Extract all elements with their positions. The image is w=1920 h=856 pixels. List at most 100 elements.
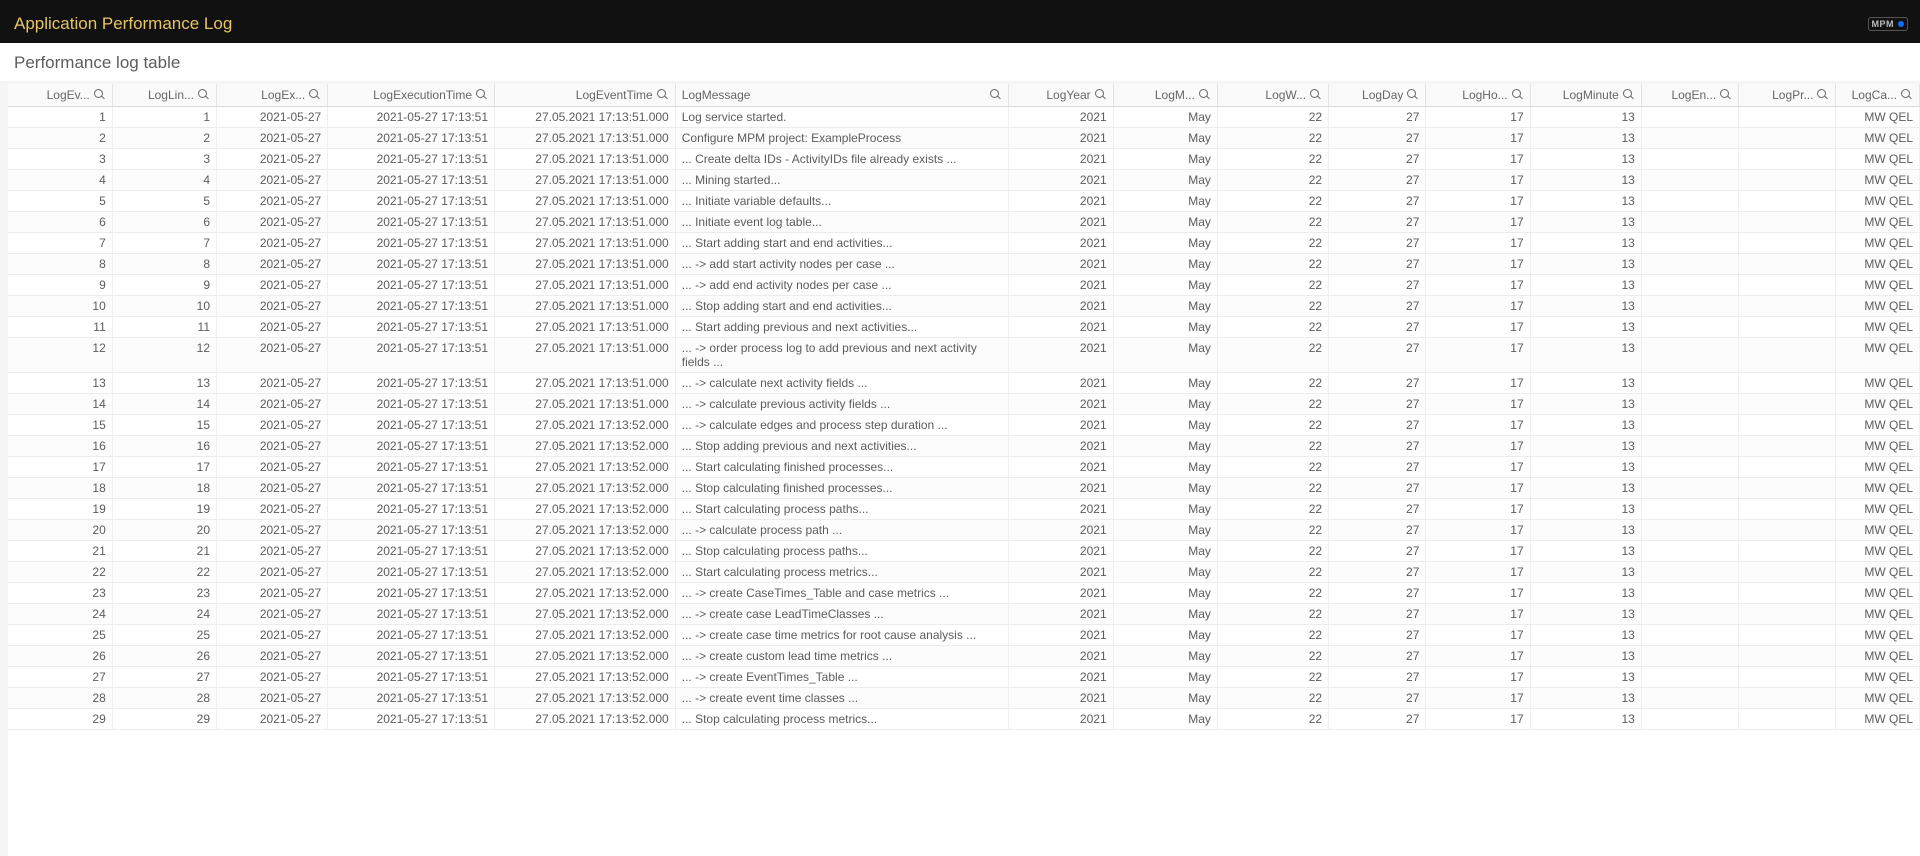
table-row[interactable]: 552021-05-272021-05-27 17:13:5127.05.202… xyxy=(8,191,1920,212)
table-row[interactable]: 15152021-05-272021-05-27 17:13:5127.05.2… xyxy=(8,415,1920,436)
table-row[interactable]: 14142021-05-272021-05-27 17:13:5127.05.2… xyxy=(8,394,1920,415)
table-row[interactable]: 23232021-05-272021-05-27 17:13:5127.05.2… xyxy=(8,583,1920,604)
column-header-mon[interactable]: LogM... xyxy=(1113,84,1217,107)
cell-msg: ... Start adding start and end activitie… xyxy=(675,233,1009,254)
table-row[interactable]: 13132021-05-272021-05-27 17:13:5127.05.2… xyxy=(8,373,1920,394)
column-header-hr[interactable]: LogHo... xyxy=(1426,84,1530,107)
table-row[interactable]: 24242021-05-272021-05-27 17:13:5127.05.2… xyxy=(8,604,1920,625)
search-icon[interactable] xyxy=(1310,89,1322,101)
table-row[interactable]: 662021-05-272021-05-27 17:13:5127.05.202… xyxy=(8,212,1920,233)
cell-hr: 17 xyxy=(1426,436,1530,457)
search-icon[interactable] xyxy=(1095,89,1107,101)
table-row[interactable]: 16162021-05-272021-05-27 17:13:5127.05.2… xyxy=(8,436,1920,457)
search-icon[interactable] xyxy=(1623,89,1635,101)
cell-min: 13 xyxy=(1530,604,1641,625)
search-icon[interactable] xyxy=(1817,89,1829,101)
cell-en xyxy=(1641,415,1738,436)
table-row[interactable]: 25252021-05-272021-05-27 17:13:5127.05.2… xyxy=(8,625,1920,646)
table-row[interactable]: 29292021-05-272021-05-27 17:13:5127.05.2… xyxy=(8,709,1920,730)
column-header-ev[interactable]: LogEv... xyxy=(8,84,112,107)
cell-day: 27 xyxy=(1329,583,1426,604)
cell-extm: 2021-05-27 17:13:51 xyxy=(328,128,495,149)
cell-day: 27 xyxy=(1329,394,1426,415)
table-row[interactable]: 442021-05-272021-05-27 17:13:5127.05.202… xyxy=(8,170,1920,191)
cell-ev: 6 xyxy=(8,212,112,233)
cell-min: 13 xyxy=(1530,457,1641,478)
cell-evtm: 27.05.2021 17:13:52.000 xyxy=(495,436,676,457)
column-header-pr[interactable]: LogPr... xyxy=(1739,84,1836,107)
search-icon[interactable] xyxy=(309,89,321,101)
search-icon[interactable] xyxy=(1512,89,1524,101)
table-row[interactable]: 17172021-05-272021-05-27 17:13:5127.05.2… xyxy=(8,457,1920,478)
column-header-en[interactable]: LogEn... xyxy=(1641,84,1738,107)
cell-extm: 2021-05-27 17:13:51 xyxy=(328,709,495,730)
column-header-extm[interactable]: LogExecutionTime xyxy=(328,84,495,107)
cell-pr xyxy=(1739,394,1836,415)
cell-wk: 22 xyxy=(1217,233,1328,254)
cell-ev: 14 xyxy=(8,394,112,415)
cell-year: 2021 xyxy=(1009,667,1113,688)
log-table-container[interactable]: LogEv...LogLin...LogEx...LogExecutionTim… xyxy=(8,84,1920,856)
search-icon[interactable] xyxy=(657,89,669,101)
search-icon[interactable] xyxy=(990,89,1002,101)
table-row[interactable]: 12122021-05-272021-05-27 17:13:5127.05.2… xyxy=(8,338,1920,373)
column-header-msg[interactable]: LogMessage xyxy=(675,84,1009,107)
table-row[interactable]: 772021-05-272021-05-27 17:13:5127.05.202… xyxy=(8,233,1920,254)
table-row[interactable]: 11112021-05-272021-05-27 17:13:5127.05.2… xyxy=(8,317,1920,338)
cell-en xyxy=(1641,296,1738,317)
cell-hr: 17 xyxy=(1426,191,1530,212)
cell-year: 2021 xyxy=(1009,149,1113,170)
table-row[interactable]: 26262021-05-272021-05-27 17:13:5127.05.2… xyxy=(8,646,1920,667)
search-icon[interactable] xyxy=(1720,89,1732,101)
cell-year: 2021 xyxy=(1009,275,1113,296)
cell-year: 2021 xyxy=(1009,107,1113,128)
search-icon[interactable] xyxy=(198,89,210,101)
table-row[interactable]: 21212021-05-272021-05-27 17:13:5127.05.2… xyxy=(8,541,1920,562)
cell-day: 27 xyxy=(1329,275,1426,296)
cell-hr: 17 xyxy=(1426,107,1530,128)
cell-mon: May xyxy=(1113,191,1217,212)
cell-min: 13 xyxy=(1530,436,1641,457)
table-row[interactable]: 992021-05-272021-05-27 17:13:5127.05.202… xyxy=(8,275,1920,296)
table-row[interactable]: 28282021-05-272021-05-27 17:13:5127.05.2… xyxy=(8,688,1920,709)
search-icon[interactable] xyxy=(1901,89,1913,101)
cell-year: 2021 xyxy=(1009,562,1113,583)
table-row[interactable]: 27272021-05-272021-05-27 17:13:5127.05.2… xyxy=(8,667,1920,688)
column-header-exdt[interactable]: LogEx... xyxy=(217,84,328,107)
column-header-wk[interactable]: LogW... xyxy=(1217,84,1328,107)
cell-year: 2021 xyxy=(1009,233,1113,254)
table-row[interactable]: 22222021-05-272021-05-27 17:13:5127.05.2… xyxy=(8,562,1920,583)
cell-msg: ... -> calculate process path ... xyxy=(675,520,1009,541)
cell-min: 13 xyxy=(1530,317,1641,338)
cell-extm: 2021-05-27 17:13:51 xyxy=(328,233,495,254)
search-icon[interactable] xyxy=(1199,89,1211,101)
table-row[interactable]: 18182021-05-272021-05-27 17:13:5127.05.2… xyxy=(8,478,1920,499)
cell-msg: ... -> create CaseTimes_Table and case m… xyxy=(675,583,1009,604)
table-row[interactable]: 882021-05-272021-05-27 17:13:5127.05.202… xyxy=(8,254,1920,275)
table-row[interactable]: 19192021-05-272021-05-27 17:13:5127.05.2… xyxy=(8,499,1920,520)
column-header-min[interactable]: LogMinute xyxy=(1530,84,1641,107)
cell-exdt: 2021-05-27 xyxy=(217,394,328,415)
table-row[interactable]: 112021-05-272021-05-27 17:13:5127.05.202… xyxy=(8,107,1920,128)
cell-min: 13 xyxy=(1530,128,1641,149)
search-icon[interactable] xyxy=(94,89,106,101)
cell-lin: 10 xyxy=(112,296,216,317)
cell-ca: MW QEL xyxy=(1836,709,1920,730)
column-header-evtm[interactable]: LogEventTime xyxy=(495,84,676,107)
cell-extm: 2021-05-27 17:13:51 xyxy=(328,275,495,296)
table-row[interactable]: 20202021-05-272021-05-27 17:13:5127.05.2… xyxy=(8,520,1920,541)
search-icon[interactable] xyxy=(1407,89,1419,101)
table-row[interactable]: 10102021-05-272021-05-27 17:13:5127.05.2… xyxy=(8,296,1920,317)
cell-day: 27 xyxy=(1329,436,1426,457)
column-header-year[interactable]: LogYear xyxy=(1009,84,1113,107)
column-header-lin[interactable]: LogLin... xyxy=(112,84,216,107)
search-icon[interactable] xyxy=(476,89,488,101)
product-badge[interactable]: MPM xyxy=(1868,17,1909,31)
column-header-day[interactable]: LogDay xyxy=(1329,84,1426,107)
table-row[interactable]: 332021-05-272021-05-27 17:13:5127.05.202… xyxy=(8,149,1920,170)
cell-lin: 4 xyxy=(112,170,216,191)
table-row[interactable]: 222021-05-272021-05-27 17:13:5127.05.202… xyxy=(8,128,1920,149)
column-header-ca[interactable]: LogCa... xyxy=(1836,84,1920,107)
cell-extm: 2021-05-27 17:13:51 xyxy=(328,583,495,604)
cell-day: 27 xyxy=(1329,170,1426,191)
